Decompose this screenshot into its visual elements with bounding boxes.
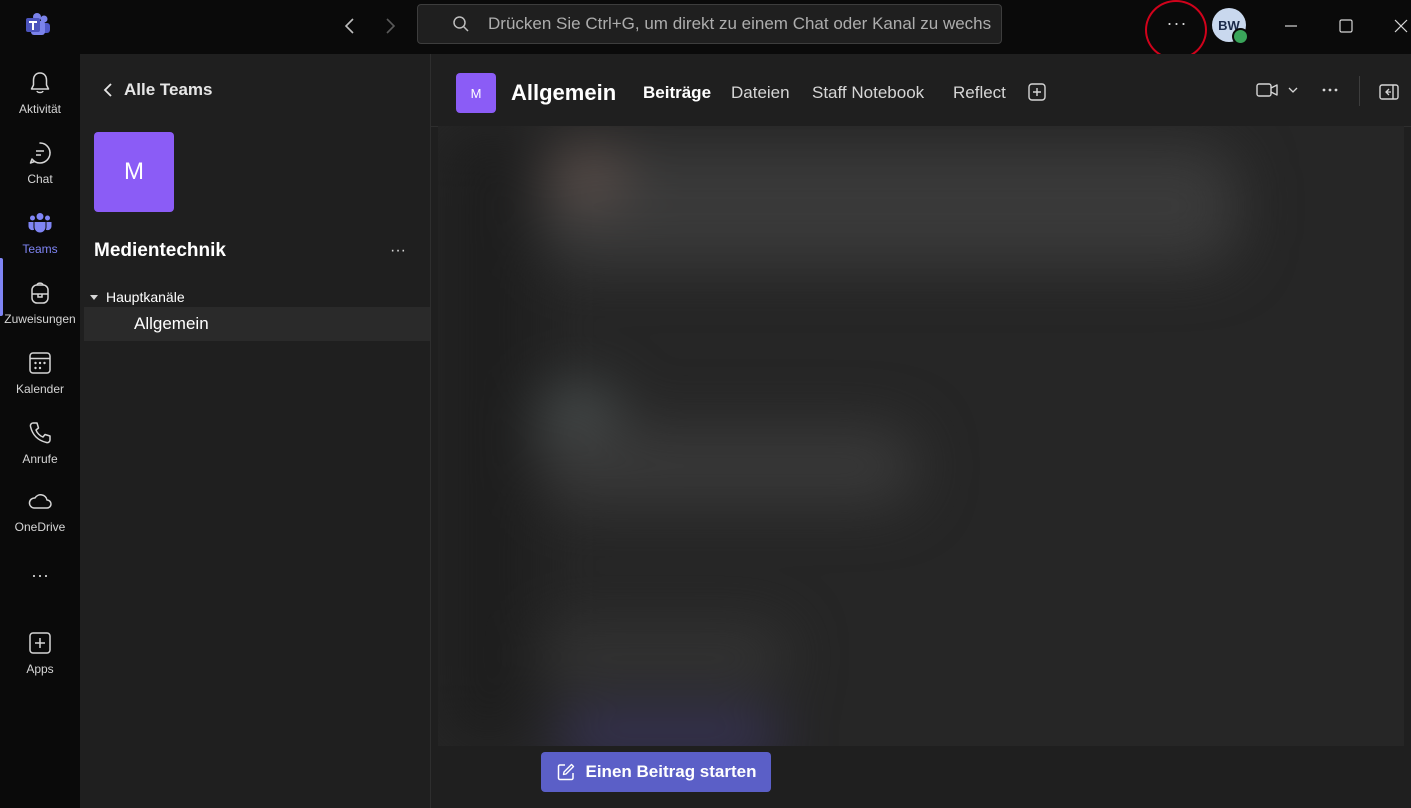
- backpack-icon: [27, 280, 53, 306]
- rail-item-label: Zuweisungen: [4, 312, 76, 326]
- channel-more-button[interactable]: [1320, 82, 1340, 98]
- teams-logo-icon: [24, 11, 52, 39]
- all-teams-back-button[interactable]: Alle Teams: [102, 78, 213, 102]
- caret-down-icon: [90, 294, 98, 300]
- cloud-icon: [27, 488, 53, 514]
- chat-icon: [27, 140, 53, 166]
- all-teams-label: Alle Teams: [124, 80, 213, 99]
- add-tab-button[interactable]: [1027, 82, 1047, 102]
- compose-icon: [556, 762, 576, 782]
- channel-label: Allgemein: [134, 314, 209, 333]
- search-bar[interactable]: [417, 4, 1002, 44]
- start-post-button[interactable]: Einen Beitrag starten: [541, 752, 771, 792]
- tab-staff-notebook[interactable]: Staff Notebook: [812, 83, 924, 103]
- rail-item-label: Kalender: [15, 382, 65, 396]
- forward-arrow-button[interactable]: [376, 12, 404, 40]
- rail-item-chat[interactable]: Chat: [0, 132, 80, 196]
- calendar-icon: [27, 350, 53, 376]
- team-sidebar: Alle Teams M Medientechnik ··· Hauptkanä…: [80, 54, 431, 808]
- rail-item-label: Anrufe: [22, 452, 58, 466]
- rail-item-label: Teams: [22, 242, 58, 256]
- more-dots-icon: [1320, 82, 1340, 98]
- phone-icon: [27, 420, 53, 446]
- channel-main: M Allgemein Beiträge Dateien Staff Noteb…: [431, 54, 1411, 808]
- open-pane-button[interactable]: [1378, 82, 1400, 102]
- more-apps-button[interactable]: ···: [24, 564, 56, 586]
- rail-item-onedrive[interactable]: OneDrive: [0, 480, 80, 544]
- video-camera-icon: [1255, 80, 1279, 100]
- plus-square-icon: [1027, 82, 1047, 102]
- plus-square-icon: [27, 630, 53, 656]
- rail-item-kalender[interactable]: Kalender: [0, 342, 80, 406]
- search-icon: [452, 15, 470, 33]
- app-rail: Aktivität Chat Teams Zuweisungen Kalende…: [0, 54, 80, 808]
- tab-reflect[interactable]: Reflect: [953, 83, 1006, 103]
- title-bar: ··· BW: [0, 0, 1411, 60]
- maximize-button[interactable]: [1332, 12, 1360, 40]
- chevron-down-icon: [1287, 86, 1299, 94]
- chevron-right-icon: [383, 17, 397, 35]
- posts-feed-blurred: [438, 126, 1404, 746]
- chevron-left-icon: [102, 82, 114, 98]
- chevron-left-icon: [343, 17, 357, 35]
- channel-item-allgemein[interactable]: Allgemein: [84, 307, 430, 341]
- start-post-label: Einen Beitrag starten: [585, 762, 757, 781]
- meet-button[interactable]: [1255, 80, 1279, 100]
- team-avatar: M: [94, 132, 174, 212]
- close-icon: [1394, 19, 1408, 33]
- minimize-icon: [1284, 19, 1298, 33]
- rail-item-anrufe[interactable]: Anrufe: [0, 412, 80, 476]
- close-button[interactable]: [1387, 12, 1411, 40]
- teams-icon: [27, 210, 53, 236]
- channel-avatar: M: [456, 73, 496, 113]
- blurred-content: [438, 126, 1404, 746]
- rail-item-label: Chat: [27, 172, 53, 186]
- rail-item-aktivitaet[interactable]: Aktivität: [0, 62, 80, 126]
- back-arrow-button[interactable]: [336, 12, 364, 40]
- section-label: Hauptkanäle: [106, 289, 185, 305]
- rail-item-zuweisungen[interactable]: Zuweisungen: [0, 272, 80, 336]
- tab-dateien[interactable]: Dateien: [731, 83, 790, 103]
- highlight-circle: [1145, 0, 1207, 60]
- section-header-hauptkanaele[interactable]: Hauptkanäle: [88, 288, 185, 306]
- minimize-button[interactable]: [1277, 12, 1305, 40]
- team-name: Medientechnik: [94, 240, 226, 261]
- bell-icon: [27, 70, 53, 96]
- rail-item-teams[interactable]: Teams: [0, 202, 80, 266]
- header-divider: [1359, 76, 1360, 106]
- rail-item-label: Aktivität: [18, 102, 61, 116]
- rail-item-label: OneDrive: [14, 520, 66, 534]
- channel-header: M Allgemein Beiträge Dateien Staff Noteb…: [431, 54, 1411, 127]
- panel-toggle-icon: [1378, 82, 1400, 102]
- team-more-button[interactable]: ···: [386, 242, 410, 262]
- search-input[interactable]: [488, 14, 1001, 34]
- rail-item-apps[interactable]: Apps: [0, 622, 80, 686]
- channel-title: Allgemein: [511, 80, 617, 105]
- maximize-icon: [1339, 19, 1353, 33]
- rail-item-label: Apps: [26, 662, 54, 676]
- presence-available-icon: [1232, 28, 1249, 45]
- tab-beitraege[interactable]: Beiträge: [643, 83, 711, 103]
- meet-dropdown-button[interactable]: [1287, 86, 1299, 94]
